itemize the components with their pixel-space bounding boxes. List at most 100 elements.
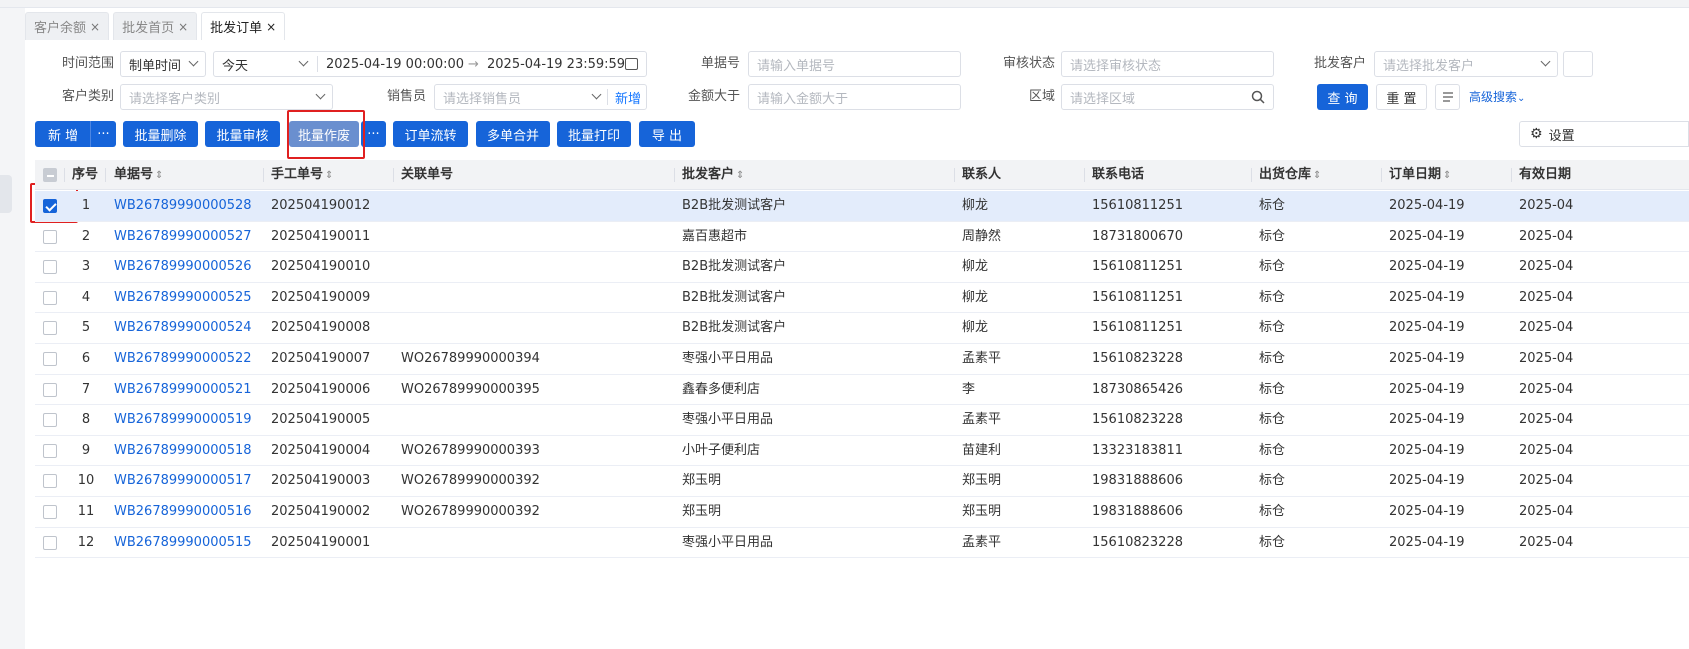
doc-no-input[interactable]: 请输入单据号 <box>748 51 961 77</box>
col-warehouse[interactable]: 出货仓库 ⇕ <box>1259 160 1321 190</box>
batch-print-button[interactable]: 批量打印 <box>557 121 631 147</box>
tab-customer-balance[interactable]: 客户余额 × <box>25 12 110 40</box>
area-label: 区域 <box>1028 89 1055 104</box>
doc-no-link[interactable]: WB26789990000515 <box>114 528 252 558</box>
doc-no-link[interactable]: WB26789990000519 <box>114 405 252 435</box>
table-row[interactable]: 1 WB26789990000528 202504190012 B2B批发测试客户 柳龙… <box>35 191 1689 222</box>
doc-no-link[interactable]: WB26789990000526 <box>114 252 252 282</box>
contact-name: 孟素平 <box>962 412 1002 428</box>
manual-no: 202504190002 <box>271 504 371 519</box>
row-checkbox[interactable] <box>43 474 57 489</box>
doc-no-link[interactable]: WB26789990000521 <box>114 375 252 405</box>
tab-wholesale-orders[interactable]: 批发订单 × <box>201 12 286 40</box>
time-preset-value[interactable]: 今天 <box>222 55 302 74</box>
query-button[interactable]: 查 询 <box>1317 84 1368 110</box>
amount-input[interactable]: 请输入金额大于 <box>748 84 961 110</box>
table-row[interactable]: 11 WB26789990000516 202504190002 WO26789990… <box>35 497 1689 528</box>
add-button-group: 新 增 ··· <box>35 121 116 147</box>
table-row[interactable]: 6 WB26789990000522 202504190007 WO267899900… <box>35 344 1689 375</box>
row-checkbox[interactable] <box>43 505 57 519</box>
sort-icon[interactable]: ⇕ <box>1313 170 1321 181</box>
customer-category-select[interactable]: 请选择客户类别 <box>120 84 333 110</box>
tab-wholesale-home[interactable]: 批发首页 × <box>113 12 198 40</box>
col-order-date[interactable]: 订单日期 ⇕ <box>1389 160 1451 190</box>
settings-button[interactable]: ⚙ 设置 <box>1519 121 1689 147</box>
merge-orders-button[interactable]: 多单合并 <box>476 121 550 147</box>
phone-number: 15610823228 <box>1092 412 1183 428</box>
chevron-down-icon: ⌄ <box>1517 93 1526 104</box>
close-icon[interactable]: × <box>178 20 188 34</box>
start-datetime[interactable]: 2025-04-19 00:00:00 <box>326 57 464 72</box>
row-checkbox[interactable] <box>43 535 57 550</box>
sort-icon[interactable]: ⇕ <box>325 170 333 181</box>
customer-select[interactable]: 请选择批发客户 <box>1374 51 1558 77</box>
doc-no-link[interactable]: WB26789990000518 <box>114 436 252 466</box>
order-date: 2025-04-19 <box>1389 289 1465 305</box>
manual-no: 202504190006 <box>271 381 371 397</box>
row-checkbox[interactable] <box>43 321 57 336</box>
warehouse: 标仓 <box>1259 534 1286 550</box>
col-manual-no[interactable]: 手工单号 ⇕ <box>271 160 333 190</box>
col-doc-no[interactable]: 单据号 ⇕ <box>114 160 163 190</box>
doc-no-link[interactable]: WB26789990000527 <box>114 222 252 252</box>
doc-no-link[interactable]: WB26789990000524 <box>114 313 252 343</box>
phone-number: 13323183811 <box>1092 442 1183 458</box>
tab-bar: 客户余额 × 批发首页 × 批发订单 × <box>25 10 286 40</box>
table-row[interactable]: 3 WB26789990000526 202504190010 B2B批发测试客户 柳龙… <box>35 252 1689 283</box>
table-row[interactable]: 7 WB26789990000521 202504190006 WO267899900… <box>35 375 1689 406</box>
table-row[interactable]: 9 WB26789990000518 202504190004 WO267899900… <box>35 436 1689 467</box>
valid-date: 2025-04 <box>1519 504 1574 519</box>
row-checkbox[interactable] <box>43 413 57 428</box>
warehouse: 标仓 <box>1259 442 1286 458</box>
doc-no-link[interactable]: WB26789990000516 <box>114 497 252 527</box>
row-checkbox[interactable] <box>43 260 57 275</box>
end-datetime[interactable]: 2025-04-19 23:59:59 <box>487 57 625 72</box>
doc-no-link[interactable]: WB26789990000522 <box>114 344 252 374</box>
close-icon[interactable]: × <box>90 20 100 34</box>
area-select[interactable]: 请选择区域 <box>1061 84 1274 110</box>
row-checkbox[interactable] <box>43 229 57 244</box>
batch-void-button[interactable]: 批量作废 <box>289 121 359 147</box>
batch-audit-button[interactable]: 批量审核 <box>205 121 280 147</box>
doc-no-link[interactable]: WB26789990000528 <box>114 191 252 221</box>
calendar-icon[interactable] <box>625 58 638 70</box>
sort-icon[interactable]: ⇕ <box>736 170 744 181</box>
customer-extra-button[interactable] <box>1563 51 1593 77</box>
batch-delete-button[interactable]: 批量删除 <box>123 121 198 147</box>
row-checkbox[interactable] <box>43 352 57 366</box>
table-row[interactable]: 2 WB26789990000527 202504190011 嘉百惠超市 周静然 187… <box>35 222 1689 253</box>
row-checkbox[interactable] <box>43 290 57 305</box>
row-seq: 2 <box>81 228 91 244</box>
advanced-search-link[interactable]: 高级搜索⌄ <box>1469 84 1525 110</box>
add-button[interactable]: 新 增 <box>35 125 90 144</box>
order-flow-button[interactable]: 订单流转 <box>393 121 468 147</box>
batch-void-more-button[interactable]: ··· <box>361 121 386 147</box>
audit-status-select[interactable]: 请选择审核状态 <box>1061 51 1274 77</box>
table-row[interactable]: 8 WB26789990000519 202504190005 枣强小平日用品 孟素平 1… <box>35 405 1689 436</box>
table-row[interactable]: 4 WB26789990000525 202504190009 B2B批发测试客户 柳龙… <box>35 283 1689 314</box>
table-row[interactable]: 5 WB26789990000524 202504190008 B2B批发测试客户 柳龙… <box>35 313 1689 344</box>
sort-icon[interactable]: ⇕ <box>155 170 163 181</box>
sort-icon[interactable]: ⇕ <box>1443 170 1451 181</box>
export-button[interactable]: 导 出 <box>639 121 695 147</box>
doc-no-link[interactable]: WB26789990000525 <box>114 283 252 313</box>
select-all-checkbox[interactable] <box>43 168 57 182</box>
add-seller-link[interactable]: 新增 <box>615 88 641 107</box>
table-row[interactable]: 12 WB26789990000515 202504190001 枣强小平日用品 孟素平… <box>35 528 1689 559</box>
add-more-button[interactable]: ··· <box>91 127 116 142</box>
row-checkbox[interactable] <box>43 382 57 397</box>
row-checkbox[interactable] <box>43 199 57 213</box>
date-range-picker[interactable]: 今天 2025-04-19 00:00:00 → 2025-04-19 23:5… <box>213 51 647 77</box>
sidebar-toggle[interactable] <box>0 175 12 213</box>
list-settings-icon[interactable] <box>1435 84 1460 110</box>
close-icon[interactable]: × <box>266 20 276 34</box>
search-icon[interactable] <box>1251 90 1265 104</box>
col-customer[interactable]: 批发客户 ⇕ <box>682 160 744 190</box>
contact-name: 苗建利 <box>962 442 1002 458</box>
reset-button[interactable]: 重 置 <box>1376 84 1427 110</box>
row-checkbox[interactable] <box>43 443 57 458</box>
time-type-select[interactable]: 制单时间 <box>120 51 206 77</box>
seller-select[interactable]: 请选择销售员 新增 <box>434 84 647 110</box>
doc-no-link[interactable]: WB26789990000517 <box>114 466 252 496</box>
table-row[interactable]: 10 WB26789990000517 202504190003 WO26789990… <box>35 466 1689 497</box>
